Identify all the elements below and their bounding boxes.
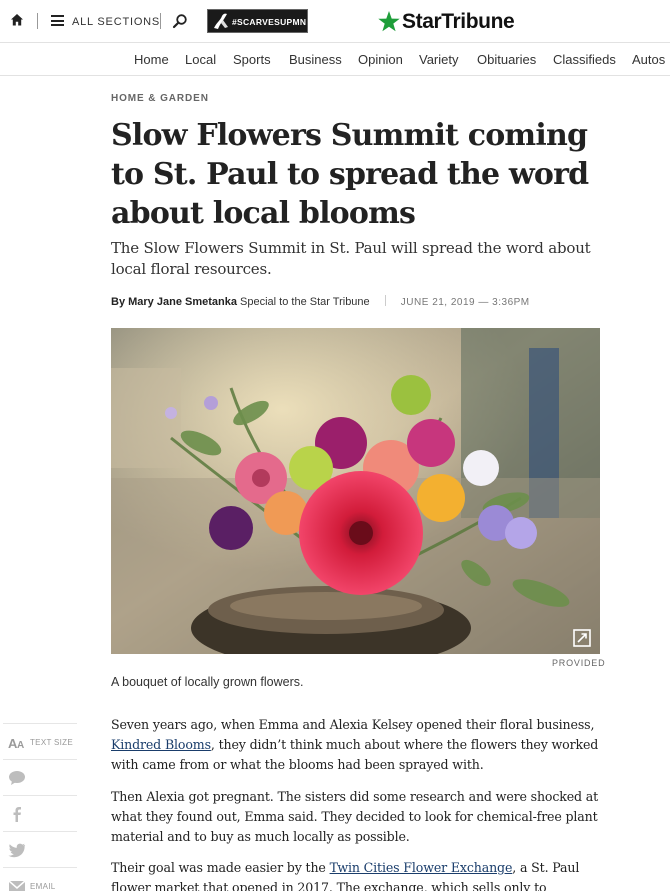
facebook-share-button[interactable] <box>3 795 77 831</box>
text-size-label: TEXT SIZE <box>30 738 74 747</box>
all-sections-button[interactable]: ALL SECTIONS <box>72 16 160 28</box>
email-label: EMAIL <box>30 882 56 891</box>
flower-exchange-link[interactable]: Twin Cities Flower Exchange <box>330 860 513 875</box>
nav-item-sports[interactable]: Sports <box>233 52 271 67</box>
promo-tag: #SCARVESUPMN <box>232 17 307 27</box>
twitter-share-button[interactable] <box>3 831 77 867</box>
paragraph-text: Their goal was made easier by the <box>111 860 330 875</box>
menu-icon[interactable] <box>51 15 64 26</box>
scarf-icon <box>214 13 228 29</box>
email-icon <box>8 880 26 891</box>
article-photo[interactable] <box>111 328 600 654</box>
article-paragraph: Their goal was made easier by the Twin C… <box>111 858 601 891</box>
nav-item-obituaries[interactable]: Obituaries <box>477 52 536 67</box>
nav-item-autos[interactable]: Autos <box>632 52 665 67</box>
section-kicker[interactable]: HOME & GARDEN <box>111 93 209 104</box>
article-dek: The Slow Flowers Summit in St. Paul will… <box>111 239 591 278</box>
email-share-button[interactable]: EMAIL <box>3 867 77 891</box>
divider <box>37 13 38 29</box>
scarvesupmn-promo[interactable]: #SCARVESUPMN <box>207 9 308 33</box>
expand-icon[interactable] <box>573 629 591 647</box>
twitter-icon <box>8 843 26 858</box>
byline: By Mary Jane Smetanka Special to the Sta… <box>111 295 530 308</box>
comment-icon <box>9 771 25 785</box>
text-size-icon: A A <box>8 736 24 750</box>
divider <box>160 13 161 29</box>
nav-item-local[interactable]: Local <box>185 52 216 67</box>
article-paragraph: Then Alexia got pregnant. The sisters di… <box>111 789 599 844</box>
nav-item-business[interactable]: Business <box>289 52 342 67</box>
home-icon[interactable] <box>10 13 24 27</box>
article-headline: Slow Flowers Summit coming to St. Paul t… <box>111 118 589 231</box>
byline-prefix: By <box>111 296 126 308</box>
paragraph-text: Seven years ago, when Emma and Alexia Ke… <box>111 717 595 732</box>
top-bar: ALL SECTIONS #SCARVESUPMN StarTribune <box>0 0 670 43</box>
nav-item-home[interactable]: Home <box>134 52 169 67</box>
comment-button[interactable] <box>3 759 77 795</box>
nav-item-variety[interactable]: Variety <box>419 52 459 67</box>
photo-credit: PROVIDED <box>552 658 606 668</box>
publish-date: JUNE 21, 2019 — 3:36PM <box>400 297 530 308</box>
facebook-icon <box>13 807 21 822</box>
kindred-blooms-link[interactable]: Kindred Blooms <box>111 737 211 752</box>
search-icon[interactable] <box>172 13 188 29</box>
nav-item-classifieds[interactable]: Classifieds <box>553 52 616 67</box>
author-role: Special to the Star Tribune <box>240 296 370 308</box>
article-paragraph: Seven years ago, when Emma and Alexia Ke… <box>111 715 601 775</box>
svg-text:A: A <box>17 740 24 750</box>
author-name[interactable]: Mary Jane Smetanka <box>128 296 237 308</box>
startribune-logo[interactable]: StarTribune <box>377 10 515 34</box>
photo-caption: A bouquet of locally grown flowers. <box>111 675 304 689</box>
byline-divider <box>384 295 386 306</box>
nav-item-opinion[interactable]: Opinion <box>358 52 403 67</box>
logo-wordmark: StarTribune <box>402 10 515 33</box>
section-nav: Home Local Sports Business Opinion Varie… <box>0 44 670 76</box>
text-size-button[interactable]: A A TEXT SIZE <box>3 723 77 759</box>
star-icon <box>378 11 400 32</box>
